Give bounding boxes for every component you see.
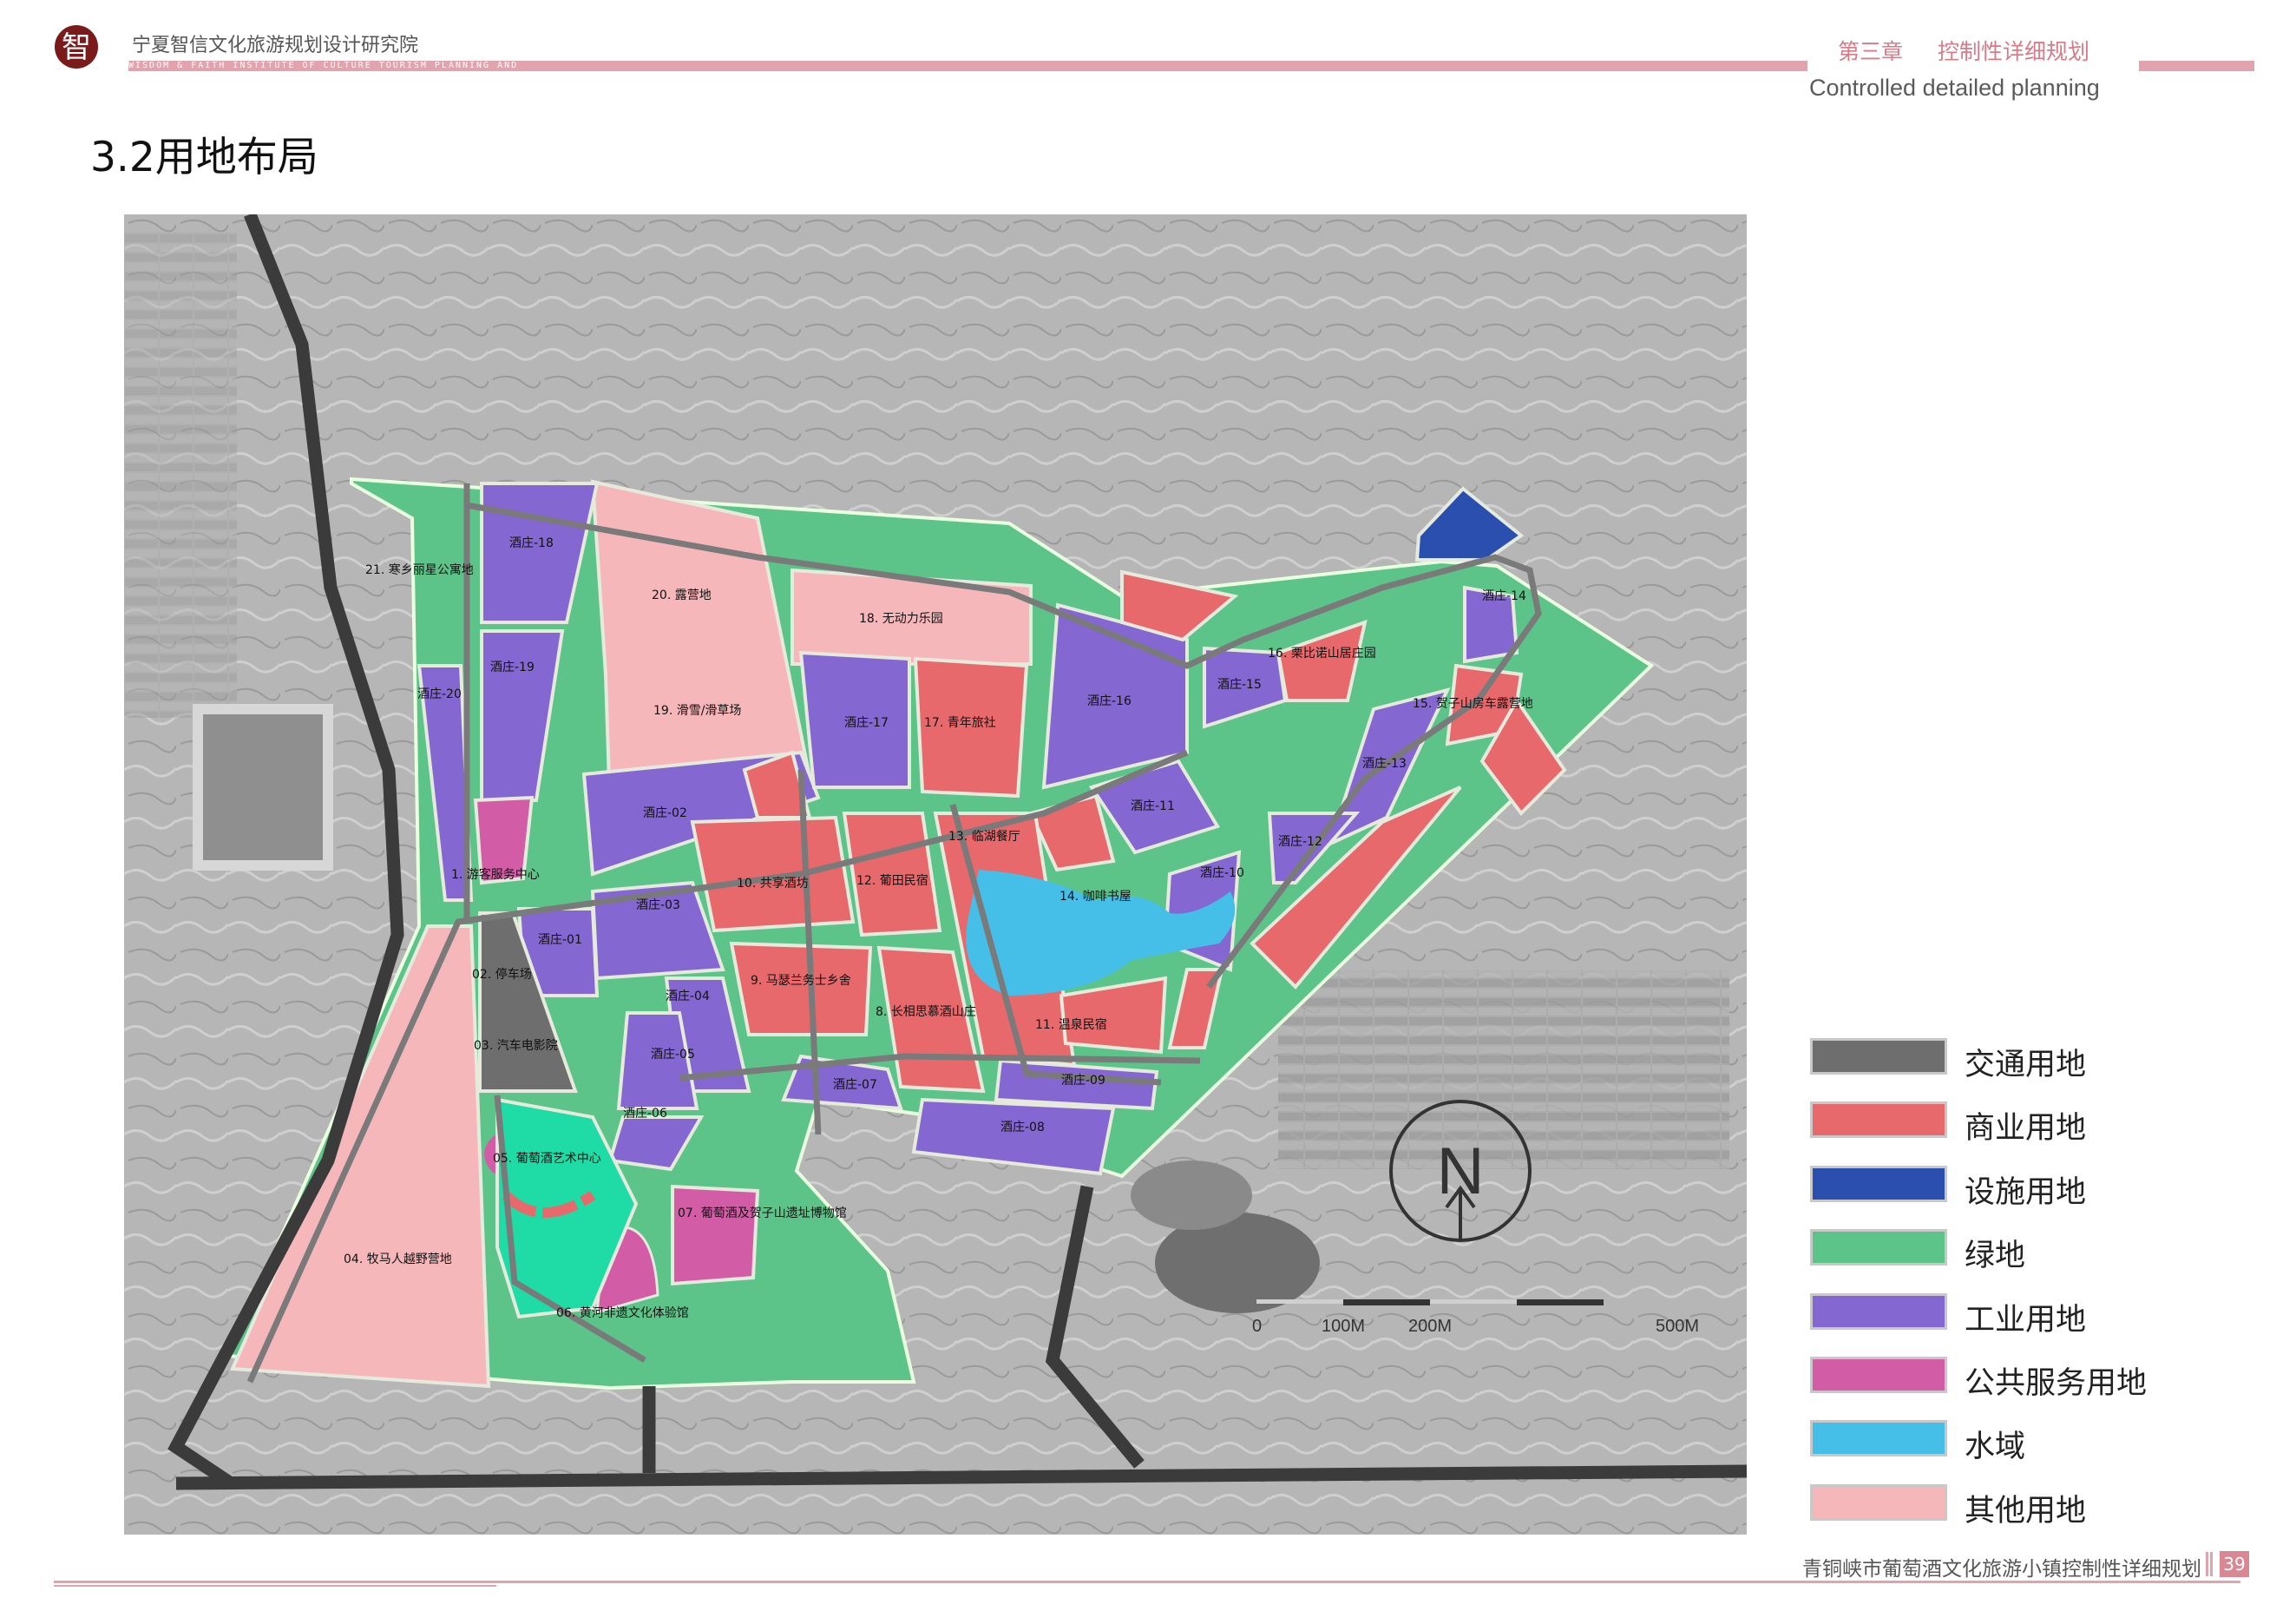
- page-number: 39: [2220, 1551, 2249, 1577]
- legend-swatch: [1810, 1229, 1947, 1266]
- label-01: 1. 游客服务中心: [451, 867, 540, 882]
- reservoir: [193, 704, 333, 871]
- label-ind-20: 酒庄-20: [417, 687, 462, 701]
- page-title: 3.2用地布局: [90, 134, 318, 181]
- pond-2: [1131, 1160, 1252, 1230]
- scale-seg-1: [1256, 1299, 1343, 1304]
- label-ind-05: 酒庄-05: [651, 1047, 695, 1062]
- label-ind-10: 酒庄-10: [1200, 865, 1244, 880]
- legend-swatch: [1810, 1356, 1947, 1393]
- label-15: 15. 贺子山房车露营地: [1413, 696, 1533, 711]
- land-use-map: N 0 100M 200M 500M 21. 寒乡丽星公寓地 酒庄-18 酒庄-…: [124, 214, 1747, 1535]
- legend-label: 工业用地: [1965, 1302, 2087, 1338]
- label-02: 02. 停车场: [472, 967, 532, 982]
- scale-500: 500M: [1656, 1317, 1699, 1336]
- label-20: 20. 露营地: [652, 588, 712, 602]
- label-ind-12: 酒庄-12: [1278, 834, 1322, 849]
- label-ind-18: 酒庄-18: [509, 536, 554, 550]
- chapter-title: 控制性详细规划: [1938, 39, 2090, 64]
- footer-rule-accent: [54, 1585, 496, 1587]
- label-ind-03: 酒庄-03: [636, 897, 680, 912]
- label-21: 21. 寒乡丽星公寓地: [365, 562, 474, 577]
- label-05: 05. 葡萄酒艺术中心: [493, 1152, 601, 1166]
- label-ind-01: 酒庄-01: [538, 932, 582, 947]
- label-ind-08: 酒庄-08: [1000, 1120, 1045, 1134]
- logo-char: 智: [62, 30, 91, 65]
- label-ind-19: 酒庄-19: [490, 660, 535, 674]
- legend-label: 绿地: [1965, 1239, 2026, 1274]
- legend-item-traffic: 交通用地: [1810, 1038, 2261, 1101]
- institute-name: 宁夏智信文化旅游规划设计研究院: [132, 35, 419, 56]
- label-03: 03. 汽车电影院: [474, 1038, 558, 1053]
- legend-swatch: [1810, 1292, 1947, 1330]
- label-04: 04. 牧马人越野营地: [344, 1253, 452, 1266]
- parcel-com-9: [729, 941, 873, 1036]
- label-ind-14: 酒庄-14: [1482, 588, 1526, 603]
- label-14: 14. 咖啡书屋: [1059, 890, 1132, 904]
- field-area-east: [1278, 970, 1729, 1169]
- legend-item-industrial: 工业用地: [1810, 1292, 2261, 1357]
- legend-swatch: [1810, 1165, 1947, 1202]
- scale-seg-3: [1430, 1299, 1517, 1304]
- label-19: 19. 滑雪/滑草场: [653, 703, 741, 718]
- legend-item-commercial: 商业用地: [1810, 1101, 2261, 1165]
- label-17: 17. 青年旅社: [924, 716, 996, 730]
- scale-200: 200M: [1408, 1317, 1452, 1336]
- label-ind-04: 酒庄-04: [666, 989, 710, 1003]
- legend-label: 交通用地: [1965, 1048, 2087, 1082]
- legend-label: 其他用地: [1965, 1493, 2087, 1529]
- chapter-heading: 第三章 控制性详细规划: [1838, 35, 2124, 66]
- legend-item-public: 公共服务用地: [1810, 1356, 2261, 1420]
- label-ind-09: 酒庄-09: [1061, 1073, 1105, 1088]
- footer-bars-icon: [2206, 1552, 2214, 1576]
- label-ind-06: 酒庄-06: [623, 1106, 667, 1121]
- legend-swatch: [1810, 1101, 1947, 1139]
- legend-swatch: [1810, 1483, 1947, 1521]
- legend-item-facility: 设施用地: [1810, 1165, 2261, 1229]
- label-ind-15: 酒庄-15: [1217, 677, 1262, 692]
- label-13: 13. 临湖餐厅: [948, 830, 1020, 844]
- label-8: 8. 长相思慕酒山庄: [876, 1004, 976, 1019]
- footer-project-title: 青铜峡市葡萄酒文化旅游小镇控制性详细规划: [1802, 1558, 2201, 1581]
- label-07: 07. 葡萄酒及贺子山遗址博物馆: [678, 1206, 847, 1220]
- scale-100: 100M: [1322, 1317, 1365, 1336]
- parcel-public-07: [671, 1184, 760, 1286]
- label-06: 06. 黄河非遗文化体验馆: [556, 1305, 689, 1320]
- legend-item-water: 水域: [1810, 1420, 2261, 1483]
- label-10: 10. 共享酒坊: [737, 876, 809, 891]
- label-ind-17: 酒庄-17: [844, 715, 889, 730]
- scale-seg-4: [1517, 1299, 1604, 1305]
- label-ind-16: 酒庄-16: [1087, 694, 1132, 708]
- legend-item-other: 其他用地: [1810, 1483, 2261, 1548]
- label-ind-13: 酒庄-13: [1362, 756, 1407, 771]
- scale-0: 0: [1252, 1317, 1262, 1336]
- field-area-west: [124, 232, 237, 718]
- header-bar-right: [2139, 61, 2254, 71]
- label-18: 18. 无动力乐园: [859, 612, 943, 626]
- institute-name-en: WISDOM & FAITH INSTITUTE OF CULTURE TOUR…: [128, 61, 519, 70]
- legend-label: 商业用地: [1965, 1111, 2087, 1147]
- parcel-com-10: [690, 815, 856, 933]
- chapter-number: 第三章: [1838, 39, 1904, 64]
- legend-swatch: [1810, 1420, 1947, 1457]
- legend-label: 水域: [1965, 1430, 2026, 1465]
- scale-seg-2: [1343, 1299, 1430, 1305]
- label-16: 16. 栗比诺山居庄园: [1268, 646, 1376, 661]
- legend-label: 设施用地: [1965, 1174, 2087, 1210]
- map-legend: 交通用地 商业用地 设施用地 绿地 工业用地 公共服务用地 水域 其他用地: [1810, 1038, 2261, 1548]
- label-11: 11. 温泉民宿: [1035, 1017, 1107, 1032]
- label-9: 9. 马瑟兰务士乡舍: [751, 974, 851, 988]
- label-ind-07: 酒庄-07: [833, 1077, 877, 1092]
- legend-label: 公共服务用地: [1965, 1365, 2148, 1401]
- label-ind-11: 酒庄-11: [1131, 799, 1175, 813]
- legend-swatch: [1810, 1038, 1947, 1075]
- label-12: 12. 葡田民宿: [856, 873, 928, 888]
- label-ind-02: 酒庄-02: [643, 805, 687, 820]
- legend-item-green: 绿地: [1810, 1229, 2261, 1292]
- chapter-title-en: Controlled detailed planning: [1809, 75, 2100, 101]
